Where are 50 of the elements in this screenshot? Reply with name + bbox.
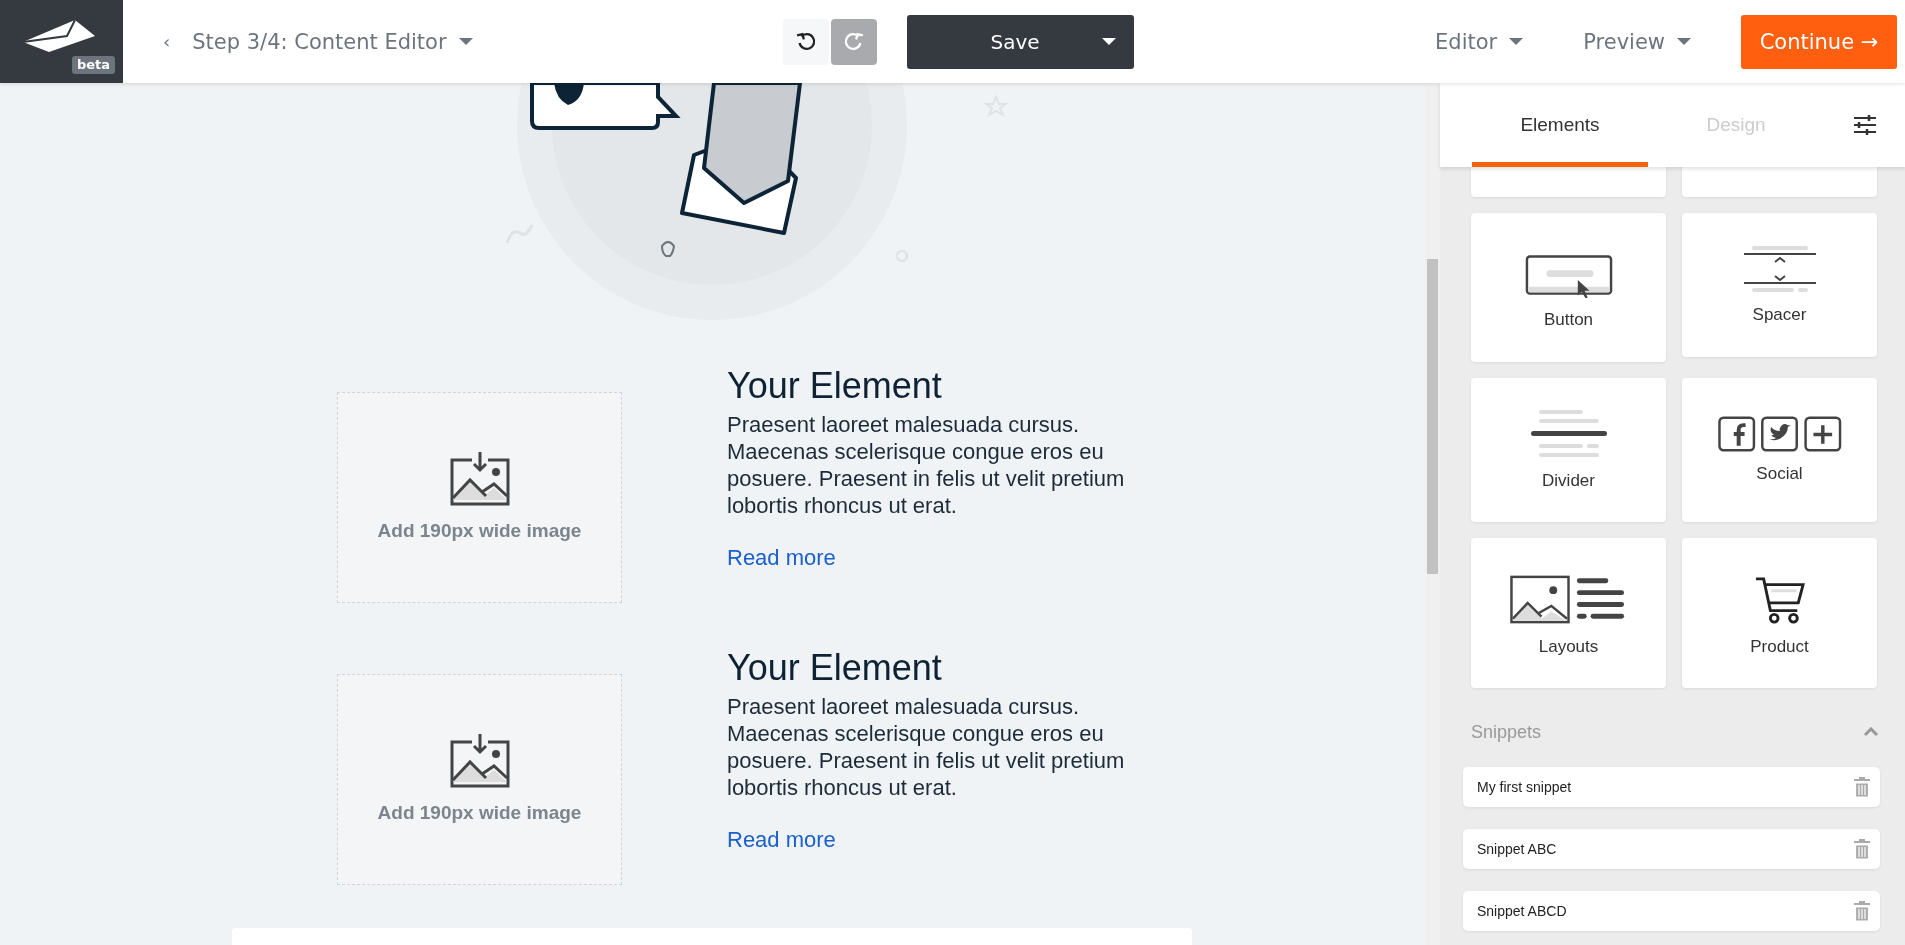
image-hint: Add 190px wide image xyxy=(377,519,582,542)
trash-icon[interactable] xyxy=(1854,839,1870,859)
spacer-element-icon xyxy=(1743,245,1816,293)
element-card[interactable]: Spacer xyxy=(1682,213,1877,357)
element-title: Your Element xyxy=(727,365,943,407)
social-element-icon xyxy=(1717,416,1842,452)
image-upload-icon xyxy=(449,449,510,506)
element-label: Spacer xyxy=(1752,305,1807,325)
shopping-cart-icon xyxy=(1754,575,1805,625)
caret-icon xyxy=(1101,38,1116,45)
snippet-item[interactable]: My first snippet xyxy=(1463,767,1880,807)
element-card[interactable]: Social xyxy=(1682,378,1877,522)
back-link[interactable]: ‹ xyxy=(159,29,175,54)
element-title: Your Element xyxy=(727,647,943,689)
settings-icon[interactable] xyxy=(1853,115,1877,135)
element-label: Social xyxy=(1756,464,1803,484)
divider-element-icon xyxy=(1530,409,1607,459)
element-card[interactable]: Button xyxy=(1471,213,1666,362)
element-card[interactable] xyxy=(1471,167,1666,197)
button-element-icon xyxy=(1524,253,1613,298)
undo-button[interactable] xyxy=(782,18,829,65)
element-card[interactable]: Layouts xyxy=(1471,538,1666,688)
element-text: Praesent laoreet malesuada cursus. Maecenas scelerisque congue eros eu posuere. Praesent in felis ut velit pretium lobortis rhoncus ut erat. xyxy=(727,411,1126,519)
save-button[interactable]: Save xyxy=(906,14,1134,69)
undo-icon xyxy=(794,30,817,53)
beta-badge: beta xyxy=(71,56,115,74)
element-label: Button xyxy=(1543,309,1594,330)
snippet-item[interactable]: Snippet ABC xyxy=(1463,829,1880,869)
section-title: Snippets xyxy=(1471,721,1542,743)
snippet-item[interactable]: Snippet ABCD xyxy=(1463,891,1880,931)
element-card[interactable]: Product xyxy=(1682,538,1877,688)
trash-icon[interactable] xyxy=(1854,901,1870,921)
menu-dropdown[interactable]: Preview xyxy=(1583,29,1691,54)
image-upload-icon xyxy=(449,731,510,788)
element-card[interactable]: Divider xyxy=(1471,378,1666,522)
element-label: Product xyxy=(1750,637,1809,657)
chevron-icon[interactable] xyxy=(1863,727,1879,737)
step-dropdown[interactable]: Step 3/4: Content Editor xyxy=(192,29,473,54)
menu-dropdown[interactable]: Editor xyxy=(1435,29,1524,54)
scrollbar[interactable] xyxy=(1425,83,1440,945)
logo[interactable]: beta xyxy=(0,0,123,83)
element-label: Divider xyxy=(1542,471,1595,491)
redo-icon xyxy=(842,30,865,53)
image-hint: Add 190px wide image xyxy=(377,801,582,824)
trash-icon[interactable] xyxy=(1854,777,1870,797)
element-text: Praesent laoreet malesuada cursus. Maecenas scelerisque congue eros eu posuere. Praesent in felis ut velit pretium lobortis rhoncus ut erat. xyxy=(727,693,1126,801)
element-card[interactable] xyxy=(1682,167,1877,197)
read-more-link[interactable]: Read more xyxy=(727,545,836,571)
read-more-link[interactable]: Read more xyxy=(727,827,836,853)
element-label: Layouts xyxy=(1538,637,1599,657)
